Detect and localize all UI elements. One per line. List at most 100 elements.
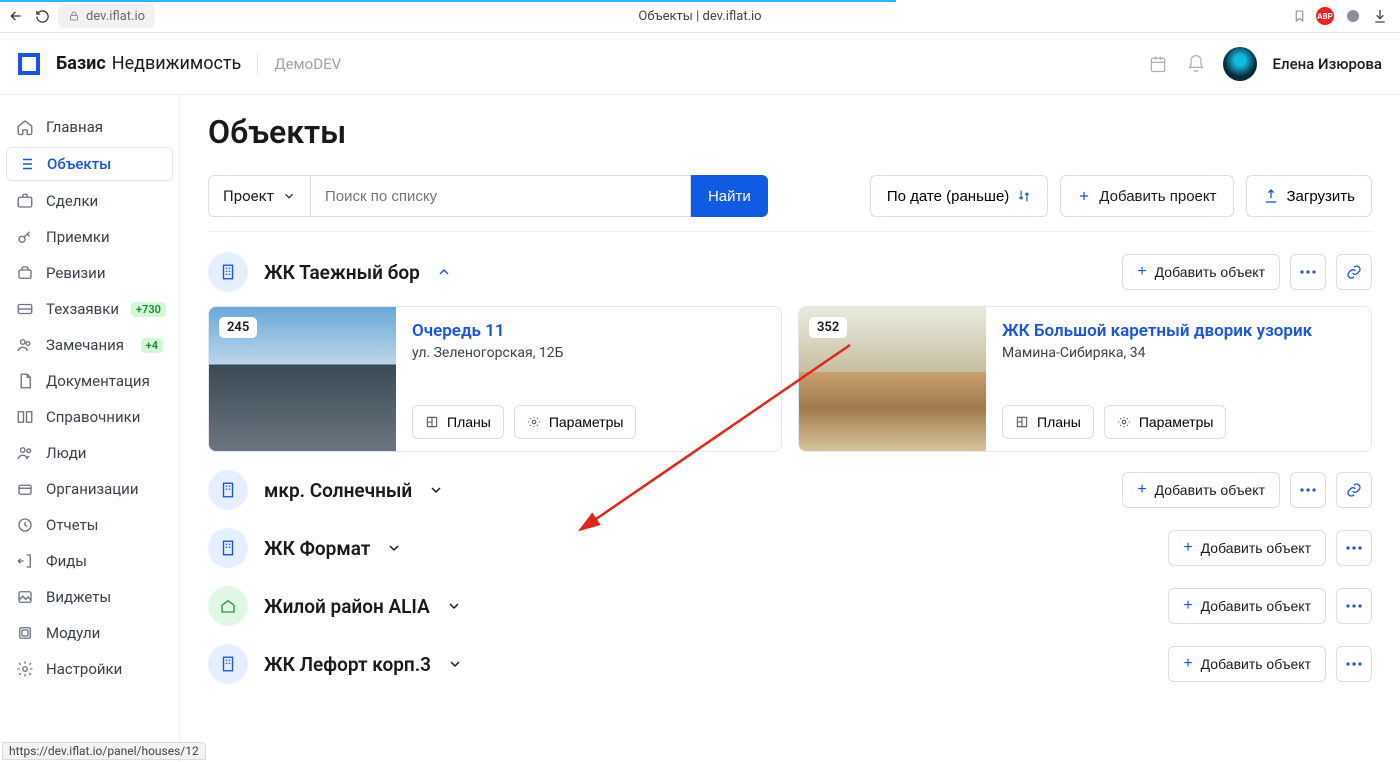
group-title: мкр. Солнечный [264,479,412,502]
card-thumbnail: 352 [799,307,986,451]
params-button[interactable]: Параметры [1104,405,1227,439]
group-title: ЖК Формат [264,537,370,560]
params-button[interactable]: Параметры [514,405,637,439]
ticket-icon [16,300,34,318]
cart-icon [16,264,34,282]
plans-button[interactable]: Планы [412,405,504,439]
sidebar-item-acceptance[interactable]: Приемки [6,221,173,253]
plans-button[interactable]: Планы [1002,405,1094,439]
chevron-up-icon [436,264,452,280]
link-button[interactable] [1336,254,1372,290]
add-object-button[interactable]: +Добавить объект [1168,530,1326,566]
people-icon [16,444,34,462]
url-text: dev.iflat.io [86,9,145,24]
card-count: 245 [219,317,257,338]
link-button[interactable] [1336,472,1372,508]
gear-icon [16,660,34,678]
upload-button[interactable]: Загрузить [1246,175,1373,217]
badge-count: +4 [141,338,163,353]
back-icon[interactable] [6,6,26,26]
sort-icon [1017,189,1031,203]
sidebar-item-techrequests[interactable]: Техзаявки+730 [6,293,173,325]
upload-icon [1263,188,1279,204]
group-title: Жилой район ALIA [264,595,430,618]
gear-icon [1117,415,1131,429]
group-header[interactable]: ЖК Таежный бор +Добавить объект [208,252,1372,292]
building-icon [208,644,248,684]
home-icon [16,118,34,136]
more-button[interactable] [1336,530,1372,566]
image-icon [16,588,34,606]
file-icon [16,372,34,390]
project-filter[interactable]: Проект [208,175,311,217]
card-thumbnail: 245 [209,307,396,451]
more-button[interactable] [1290,472,1326,508]
tenant-label: ДемоDEV [274,55,341,73]
plus-icon [1077,189,1091,203]
group-header[interactable]: мкр. Солнечный +Добавить объект [208,470,1372,510]
card-title[interactable]: Очередь 11 [412,321,765,341]
logo-text[interactable]: Базис Недвижимость [56,53,241,74]
sidebar-item-reports[interactable]: Отчеты [6,509,173,541]
more-button[interactable] [1290,254,1326,290]
plan-icon [1015,415,1029,429]
card-title[interactable]: ЖК Большой каретный дворик узорик [1002,321,1355,341]
gear-icon [527,415,541,429]
user-name[interactable]: Елена Изюрова [1273,55,1382,73]
calendar-icon[interactable] [1147,53,1169,75]
sidebar-item-revisions[interactable]: Ревизии [6,257,173,289]
sort-button[interactable]: По дате (раньше) [870,175,1048,217]
building-icon [208,528,248,568]
sidebar-item-widgets[interactable]: Виджеты [6,581,173,613]
group-header[interactable]: Жилой район ALIA +Добавить объект [208,586,1372,626]
toolbar: Проект Найти По дате (раньше) Добавить п… [208,175,1372,217]
group-title: ЖК Таежный бор [264,261,420,284]
avatar[interactable] [1223,47,1257,81]
sidebar-item-modules[interactable]: Модули [6,617,173,649]
add-object-button[interactable]: +Добавить объект [1122,254,1280,290]
abp-badge[interactable]: ABP [1316,7,1334,25]
download-icon[interactable] [1372,8,1388,24]
card-row: 245 Очередь 11 ул. Зеленогорская, 12Б Пл… [208,306,1372,452]
sidebar-item-remarks[interactable]: Замечания+4 [6,329,173,361]
users-icon [16,336,34,354]
home-icon [208,586,248,626]
more-button[interactable] [1336,646,1372,682]
object-card[interactable]: 352 ЖК Большой каретный дворик узорик Ма… [798,306,1372,452]
group-header[interactable]: ЖК Лефорт корп.3 +Добавить объект [208,644,1372,684]
search-input[interactable] [311,175,691,217]
add-project-button[interactable]: Добавить проект [1060,175,1233,217]
bookmark-icon[interactable] [1293,8,1306,24]
chevron-down-icon [282,189,296,203]
list-icon [17,155,35,173]
add-object-button[interactable]: +Добавить объект [1168,646,1326,682]
address-bar[interactable]: dev.iflat.io [58,4,155,28]
sidebar-item-feeds[interactable]: Фиды [6,545,173,577]
chevron-down-icon [446,598,462,614]
sidebar-item-settings[interactable]: Настройки [6,653,173,685]
planet-icon[interactable] [1344,7,1362,25]
sidebar-item-objects[interactable]: Объекты [6,147,173,181]
logo-icon [18,53,40,75]
app-header: Базис Недвижимость ДемоDEV Елена Изюрова [0,33,1400,95]
find-button[interactable]: Найти [691,175,768,217]
sidebar-item-documentation[interactable]: Документация [6,365,173,397]
add-object-button[interactable]: +Добавить объект [1168,588,1326,624]
sidebar-item-deals[interactable]: Сделки [6,185,173,217]
divider [257,52,258,76]
group-header[interactable]: ЖК Формат +Добавить объект [208,528,1372,568]
sidebar-item-references[interactable]: Справочники [6,401,173,433]
sidebar: Главная Объекты Сделки Приемки Ревизии Т… [0,95,180,762]
object-card[interactable]: 245 Очередь 11 ул. Зеленогорская, 12Б Пл… [208,306,782,452]
divider [208,231,1372,232]
sidebar-item-home[interactable]: Главная [6,111,173,143]
sidebar-item-orgs[interactable]: Организации [6,473,173,505]
logout-icon [16,552,34,570]
sidebar-item-people[interactable]: Люди [6,437,173,469]
more-button[interactable] [1336,588,1372,624]
group-title: ЖК Лефорт корп.3 [264,653,431,676]
reload-icon[interactable] [32,6,52,26]
book-icon [16,408,34,426]
add-object-button[interactable]: +Добавить объект [1122,472,1280,508]
bell-icon[interactable] [1185,53,1207,75]
